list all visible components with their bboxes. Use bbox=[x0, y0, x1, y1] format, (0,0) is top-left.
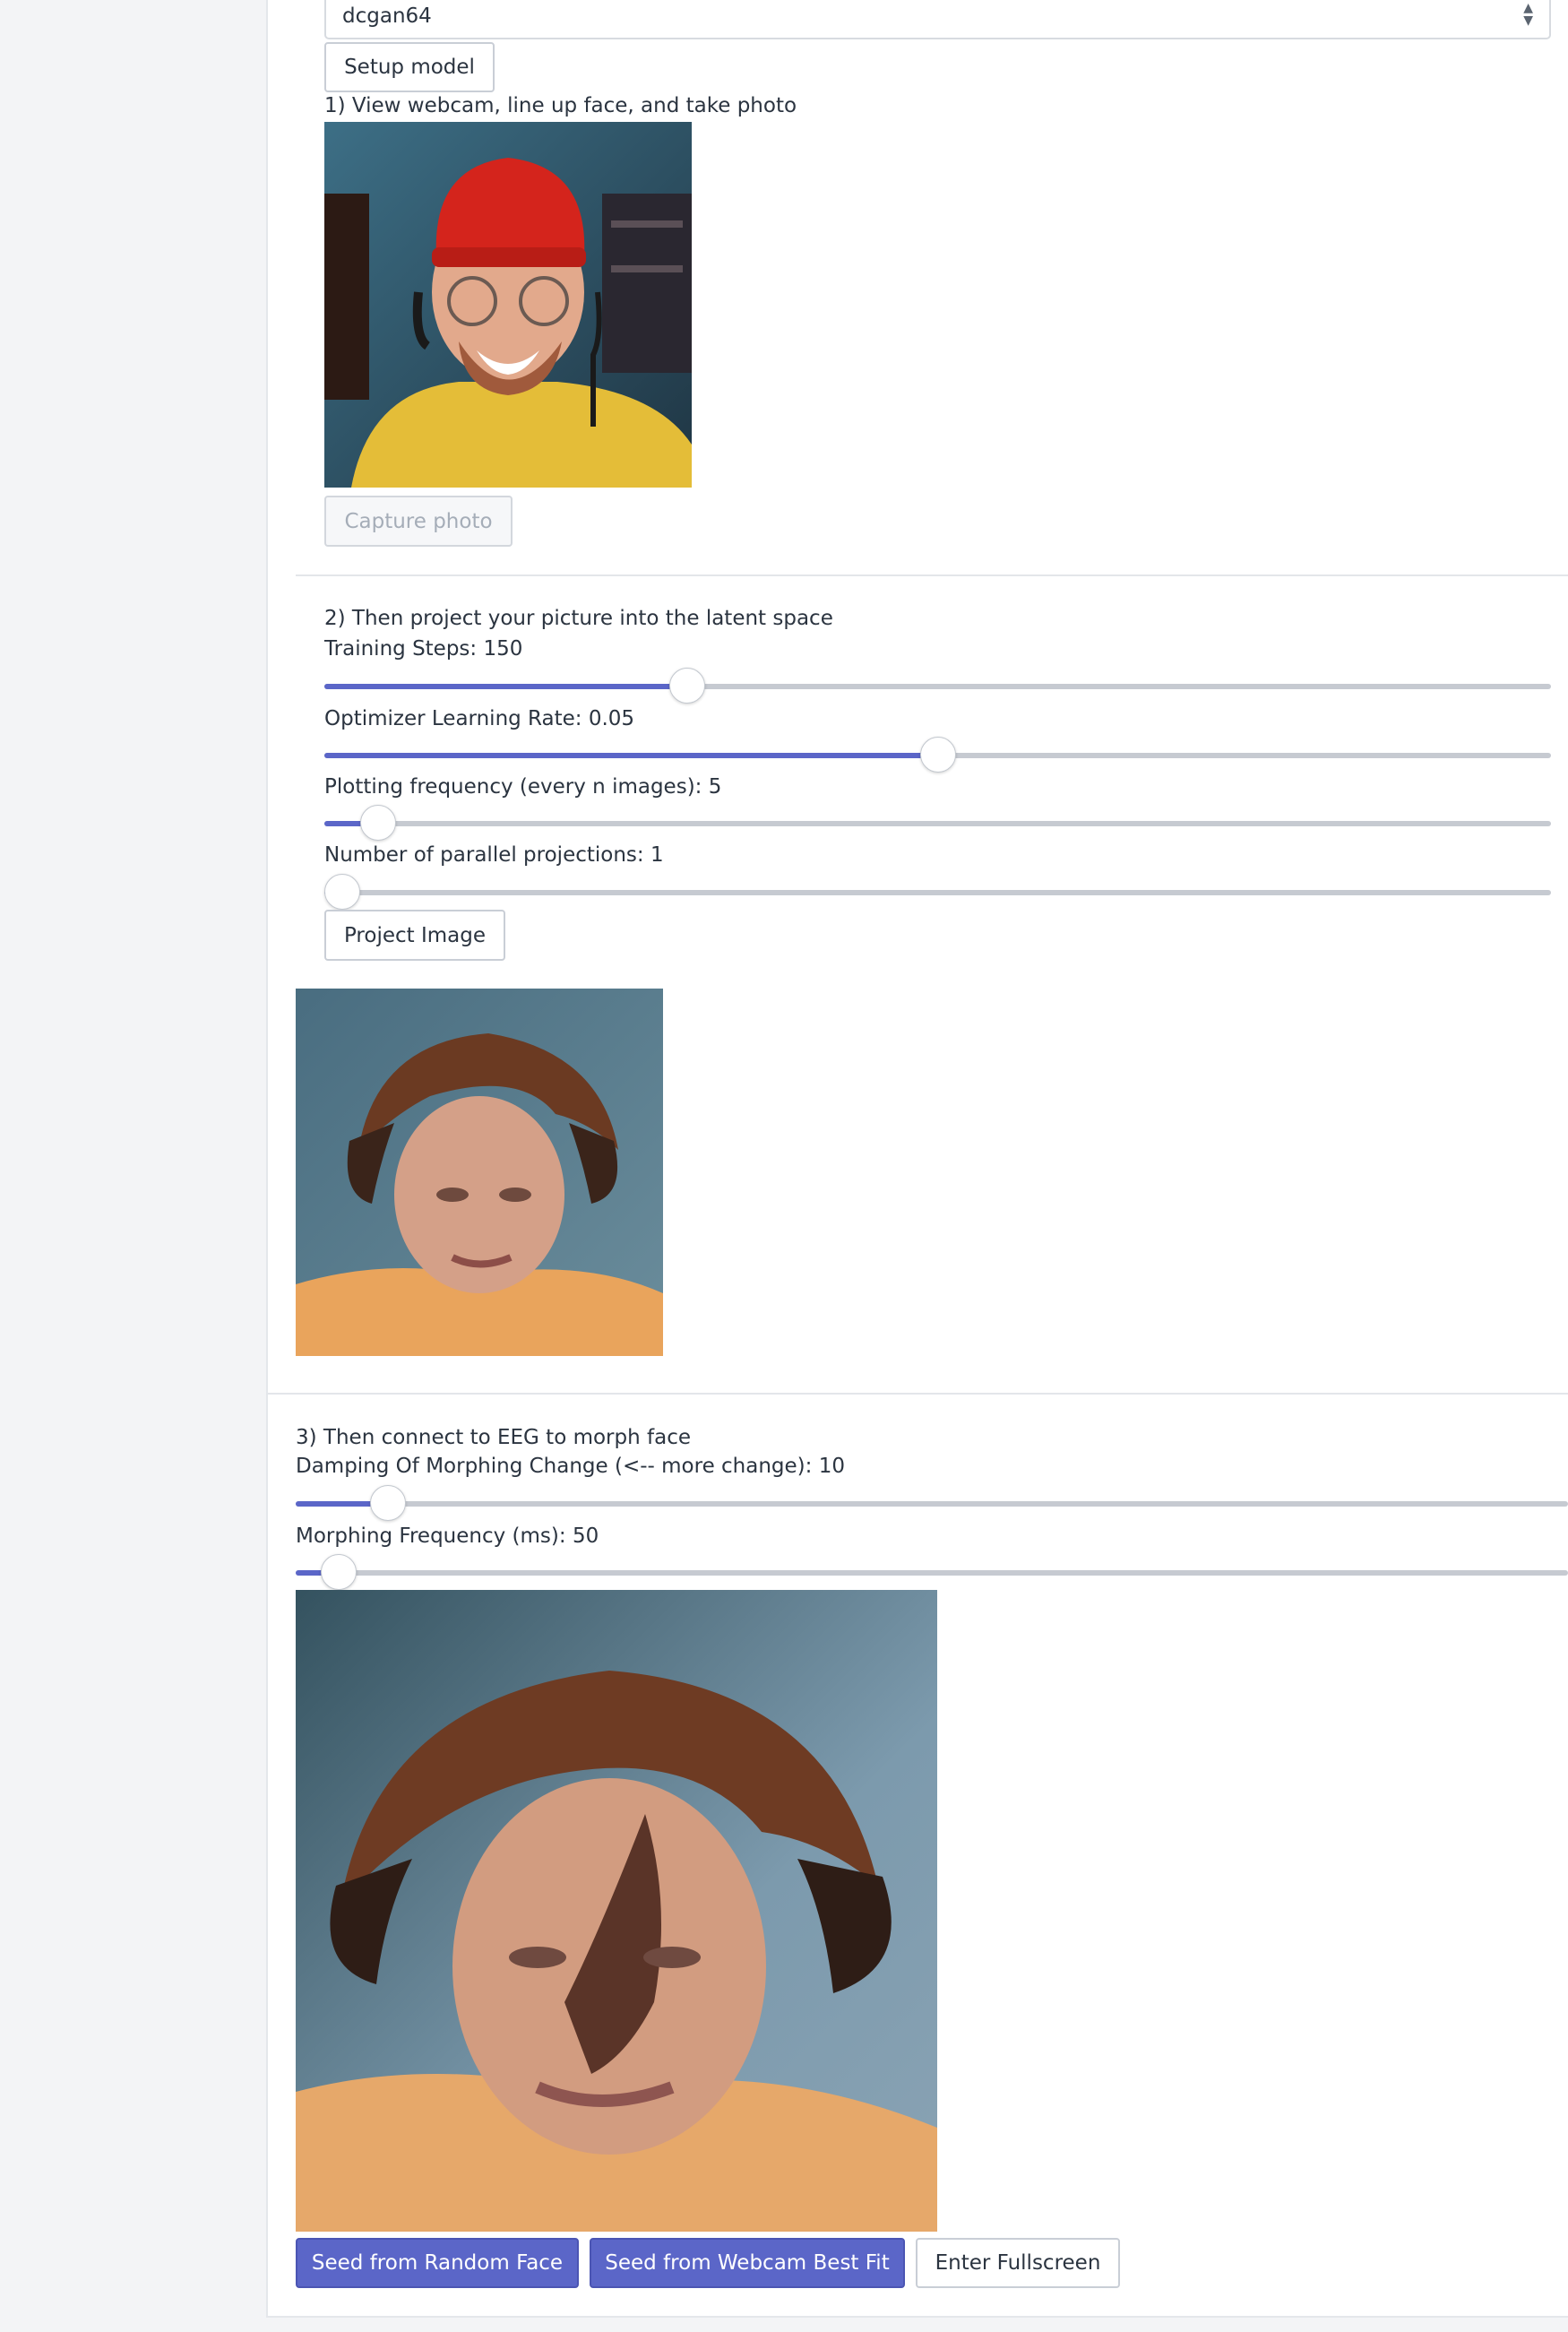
slider-track bbox=[324, 821, 1551, 826]
sort-arrows-icon: ▲ ▼ bbox=[1523, 1, 1533, 28]
slider-thumb[interactable] bbox=[669, 668, 706, 704]
morphed-face-image bbox=[296, 1590, 937, 2232]
setup-model-button[interactable]: Setup model bbox=[324, 42, 495, 92]
slider-track bbox=[324, 890, 1551, 895]
model-select-value: dcgan64 bbox=[342, 4, 432, 28]
morphing-frequency-slider[interactable] bbox=[296, 1554, 1568, 1592]
damping-slider[interactable] bbox=[296, 1485, 1568, 1523]
slider-track bbox=[296, 1570, 1568, 1576]
parallel-projections-label: Number of parallel projections: 1 bbox=[324, 843, 664, 867]
projected-face-image bbox=[296, 989, 663, 1356]
seed-webcam-best-fit-button[interactable]: Seed from Webcam Best Fit bbox=[590, 2238, 905, 2288]
project-image-button[interactable]: Project Image bbox=[324, 910, 505, 961]
webcam-video bbox=[324, 122, 692, 488]
slider-fill bbox=[324, 684, 688, 689]
morphing-frequency-label: Morphing Frequency (ms): 50 bbox=[296, 1524, 599, 1548]
enter-fullscreen-button[interactable]: Enter Fullscreen bbox=[916, 2238, 1120, 2288]
seed-random-face-button[interactable]: Seed from Random Face bbox=[296, 2238, 579, 2288]
slider-thumb[interactable] bbox=[359, 805, 396, 841]
step3-label: 3) Then connect to EEG to morph face bbox=[296, 1426, 691, 1449]
learning-rate-label: Optimizer Learning Rate: 0.05 bbox=[324, 707, 635, 730]
parallel-projections-slider[interactable] bbox=[324, 874, 1551, 911]
section-divider-1 bbox=[296, 574, 1568, 576]
training-steps-slider[interactable] bbox=[324, 668, 1551, 705]
slider-thumb[interactable] bbox=[919, 737, 956, 773]
slider-thumb[interactable] bbox=[324, 874, 360, 910]
section-divider-2 bbox=[266, 1393, 1568, 1395]
learning-rate-slider[interactable] bbox=[324, 737, 1551, 774]
slider-fill bbox=[324, 753, 938, 758]
capture-photo-button[interactable]: Capture photo bbox=[324, 496, 513, 547]
plotting-frequency-label: Plotting frequency (every n images): 5 bbox=[324, 775, 722, 799]
slider-thumb[interactable] bbox=[369, 1485, 406, 1521]
slider-thumb[interactable] bbox=[320, 1554, 357, 1590]
step2-label: 2) Then project your picture into the la… bbox=[324, 607, 833, 630]
step1-label: 1) View webcam, line up face, and take p… bbox=[324, 94, 797, 117]
plotting-frequency-slider[interactable] bbox=[324, 805, 1551, 842]
model-select[interactable]: dcgan64 ▲ ▼ bbox=[324, 0, 1551, 39]
damping-label: Damping Of Morphing Change (<-- more cha… bbox=[296, 1455, 845, 1478]
slider-track bbox=[296, 1501, 1568, 1507]
training-steps-label: Training Steps: 150 bbox=[324, 637, 523, 661]
